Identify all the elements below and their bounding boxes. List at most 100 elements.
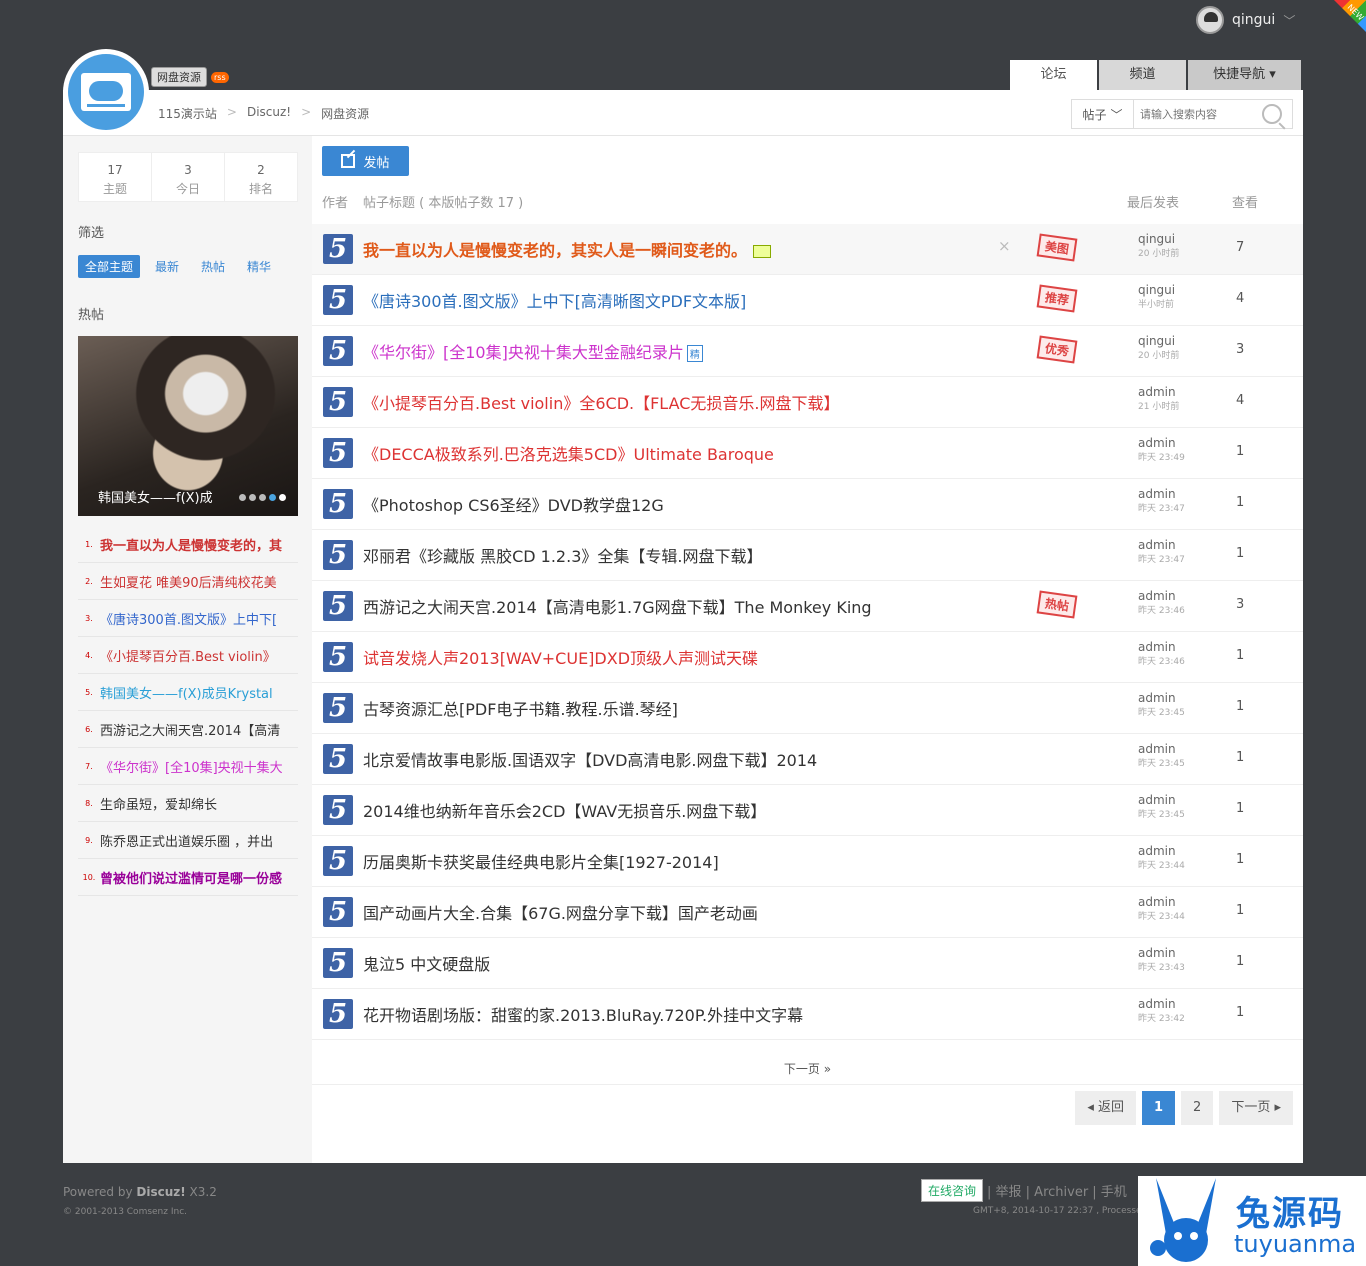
slide-dot[interactable] <box>259 494 266 501</box>
breadcrumb-discuz[interactable]: Discuz! <box>247 105 291 122</box>
last-post-time[interactable]: 昨天 23:45 <box>1138 807 1185 820</box>
last-post-author[interactable]: admin <box>1138 488 1176 500</box>
avatar[interactable] <box>1196 6 1224 34</box>
last-post-time[interactable]: 昨天 23:46 <box>1138 603 1185 616</box>
next-page-link[interactable]: 下一页 » <box>312 1053 1303 1085</box>
last-post-author[interactable]: admin <box>1138 386 1176 398</box>
thread-title[interactable]: 我一直以为人是慢慢变老的，其实人是一瞬间变老的。 <box>363 241 747 260</box>
thread-type-icon[interactable]: 5 <box>323 999 353 1029</box>
thread-title[interactable]: 北京爱情故事电影版.国语双字【DVD高清电影.网盘下载】2014 <box>363 751 817 770</box>
filter-digest[interactable]: 精华 <box>240 255 278 278</box>
thread-title[interactable]: 花开物语剧场版：甜蜜的家.2013.BluRay.720P.外挂中文字幕 <box>363 1006 803 1025</box>
thread-type-icon[interactable]: 5 <box>323 693 353 723</box>
hot-item-title[interactable]: 《唐诗300首.图文版》上中下[ <box>100 609 277 628</box>
last-post-time[interactable]: 昨天 23:45 <box>1138 756 1185 769</box>
last-post-author[interactable]: admin <box>1138 743 1176 755</box>
new-ribbon[interactable]: NEW <box>1334 0 1366 32</box>
thread-title[interactable]: 邓丽君《珍藏版 黑胶CD 1.2.3》全集【专辑.网盘下载】 <box>363 547 762 566</box>
hot-item-title[interactable]: 生命虽短，爱却绵长 <box>100 794 217 813</box>
last-post-author[interactable]: admin <box>1138 896 1176 908</box>
thread-title[interactable]: 《小提琴百分百.Best violin》全6CD.【FLAC无损音乐.网盘下载】 <box>363 394 840 413</box>
thread-title[interactable]: 《Photoshop CS6圣经》DVD教学盘12G <box>363 496 664 515</box>
new-post-button[interactable]: 发帖 <box>322 146 409 176</box>
filter-all[interactable]: 全部主题 <box>78 255 141 278</box>
last-post-author[interactable]: admin <box>1138 947 1176 959</box>
last-post-time[interactable]: 昨天 23:47 <box>1138 501 1185 514</box>
filter-latest[interactable]: 最新 <box>148 255 186 278</box>
chevron-down-icon[interactable]: ﹀ <box>1283 12 1295 29</box>
filter-hot[interactable]: 热帖 <box>194 255 232 278</box>
hot-item-title[interactable]: 西游记之大闹天宫.2014【高清 <box>100 720 280 739</box>
breadcrumb-home[interactable]: 115演示站 <box>158 105 217 122</box>
hot-item-title[interactable]: 韩国美女——f(X)成员Krystal <box>100 683 273 702</box>
hot-item-title[interactable]: 曾被他们说过滥情可是哪一份感 <box>100 868 282 887</box>
thread-type-icon[interactable]: 5 <box>323 336 353 366</box>
user-menu[interactable]: qingui ﹀ <box>1196 6 1295 34</box>
next-page-button[interactable]: 下一页 ▸ <box>1219 1091 1293 1125</box>
thread-type-icon[interactable]: 5 <box>323 540 353 570</box>
thread-type-icon[interactable]: 5 <box>323 285 353 315</box>
online-consult-button[interactable]: 在线咨询 <box>921 1179 984 1202</box>
last-post-author[interactable]: admin <box>1138 641 1176 653</box>
thread-title[interactable]: 国产动画片大全.合集【67G.网盘分享下载】国产老动画 <box>363 904 758 923</box>
thread-title[interactable]: 《DECCA极致系列.巴洛克选集5CD》Ultimate Baroque <box>363 445 774 464</box>
thread-type-icon[interactable]: 5 <box>323 591 353 621</box>
tab-quick-nav[interactable]: 快捷导航 ▾ <box>1188 60 1301 90</box>
last-post-author[interactable]: qingui <box>1138 233 1175 245</box>
thread-title[interactable]: 2014维也纳新年音乐会2CD【WAV无损音乐.网盘下载】 <box>363 802 766 821</box>
hot-list-item[interactable]: 4. 《小提琴百分百.Best violin》 <box>78 637 298 674</box>
last-post-time[interactable]: 20 小时前 <box>1138 348 1179 361</box>
rss-icon[interactable]: rss <box>211 71 229 83</box>
hot-item-title[interactable]: 《小提琴百分百.Best violin》 <box>100 646 276 665</box>
last-post-author[interactable]: admin <box>1138 437 1176 449</box>
thread-type-icon[interactable]: 5 <box>323 897 353 927</box>
last-post-time[interactable]: 半小时前 <box>1138 297 1174 310</box>
page-1[interactable]: 1 <box>1142 1091 1176 1125</box>
last-post-time[interactable]: 昨天 23:49 <box>1138 450 1185 463</box>
thread-title[interactable]: 历届奥斯卡获奖最佳经典电影片全集[1927-2014] <box>363 853 719 872</box>
hot-list-item[interactable]: 8. 生命虽短，爱却绵长 <box>78 785 298 822</box>
slide-caption[interactable]: 韩国美女——f(X)成 <box>98 487 213 506</box>
hot-list-item[interactable]: 6. 西游记之大闹天宫.2014【高清 <box>78 711 298 748</box>
thread-type-icon[interactable]: 5 <box>323 744 353 774</box>
last-post-time[interactable]: 昨天 23:47 <box>1138 552 1185 565</box>
footer-links[interactable]: | 举报 | Archiver | 手机 <box>987 1181 1127 1200</box>
slide-dot[interactable] <box>269 494 276 501</box>
hot-list-item[interactable]: 5. 韩国美女——f(X)成员Krystal <box>78 674 298 711</box>
thread-type-icon[interactable]: 5 <box>323 642 353 672</box>
thread-title[interactable]: 《华尔街》[全10集]央视十集大型金融纪录片 <box>363 343 684 362</box>
slide-dot[interactable] <box>279 494 286 501</box>
hot-list-item[interactable]: 2. 生如夏花 唯美90后清纯校花美 <box>78 563 298 600</box>
last-post-author[interactable]: admin <box>1138 590 1176 602</box>
last-post-author[interactable]: admin <box>1138 539 1176 551</box>
hot-list-item[interactable]: 3. 《唐诗300首.图文版》上中下[ <box>78 600 298 637</box>
tab-forum[interactable]: 论坛 <box>1010 60 1097 90</box>
last-post-author[interactable]: qingui <box>1138 335 1175 347</box>
last-post-time[interactable]: 昨天 23:43 <box>1138 960 1185 973</box>
last-post-author[interactable]: qingui <box>1138 284 1175 296</box>
thread-type-icon[interactable]: 5 <box>323 387 353 417</box>
thread-title[interactable]: 古琴资源汇总[PDF电子书籍.教程.乐谱.琴经] <box>363 700 678 719</box>
close-icon[interactable]: × <box>998 237 1011 255</box>
thread-title[interactable]: 鬼泣5 中文硬盘版 <box>363 955 490 974</box>
last-post-author[interactable]: admin <box>1138 845 1176 857</box>
hot-list-item[interactable]: 7. 《华尔街》[全10集]央视十集大 <box>78 748 298 785</box>
last-post-author[interactable]: admin <box>1138 794 1176 806</box>
back-button[interactable]: ◂ 返回 <box>1075 1091 1136 1125</box>
breadcrumb-board[interactable]: 网盘资源 <box>321 105 369 122</box>
hot-item-title[interactable]: 生如夏花 唯美90后清纯校花美 <box>100 572 277 591</box>
hot-item-title[interactable]: 我一直以为人是慢慢变老的，其 <box>100 535 282 554</box>
thread-title[interactable]: 试音发烧人声2013[WAV+CUE]DXD顶级人声测试天碟 <box>363 649 758 668</box>
page-2[interactable]: 2 <box>1181 1091 1214 1125</box>
thread-type-icon[interactable]: 5 <box>323 489 353 519</box>
last-post-time[interactable]: 昨天 23:44 <box>1138 858 1185 871</box>
slide-dot[interactable] <box>249 494 256 501</box>
tab-channel[interactable]: 频道 <box>1099 60 1186 90</box>
search-input[interactable] <box>1134 107 1258 121</box>
last-post-time[interactable]: 21 小时前 <box>1138 399 1179 412</box>
thread-type-icon[interactable]: 5 <box>323 234 353 264</box>
thread-title[interactable]: 西游记之大闹天宫.2014【高清电影1.7G网盘下载】The Monkey Ki… <box>363 598 872 617</box>
hot-list-item[interactable]: 9. 陈乔恩正式出道娱乐圈 ，并出 <box>78 822 298 859</box>
last-post-time[interactable]: 20 小时前 <box>1138 246 1179 259</box>
thread-type-icon[interactable]: 5 <box>323 438 353 468</box>
